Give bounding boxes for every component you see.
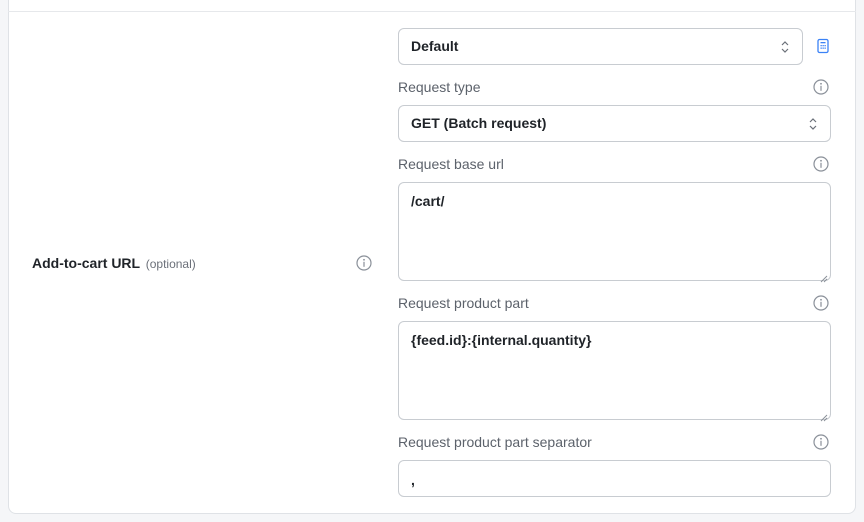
info-icon[interactable]: [813, 156, 829, 172]
info-icon[interactable]: [356, 255, 372, 271]
request-type-value: GET (Batch request): [411, 115, 547, 131]
row-label: Add-to-cart URL (optional): [32, 255, 196, 271]
request-type-label: Request type: [398, 79, 481, 95]
chevron-up-down-icon: [808, 116, 818, 132]
resize-handle-icon[interactable]: [820, 270, 828, 283]
info-icon[interactable]: [813, 434, 829, 450]
optional-tag: (optional): [145, 257, 196, 271]
preset-select[interactable]: Default: [398, 28, 803, 65]
base-url-textarea[interactable]: /cart/: [398, 182, 831, 283]
base-url-label: Request base url: [398, 156, 504, 172]
separator-input[interactable]: ,: [398, 460, 831, 497]
chevron-up-down-icon: [780, 39, 790, 55]
document-icon[interactable]: [816, 38, 830, 54]
request-type-select[interactable]: GET (Batch request): [398, 105, 831, 142]
info-icon[interactable]: [813, 295, 829, 311]
section-divider: [8, 11, 856, 12]
product-part-textarea[interactable]: {feed.id}:{internal.quantity}: [398, 321, 831, 422]
product-part-value: {feed.id}:{internal.quantity}: [411, 332, 592, 348]
product-part-label: Request product part: [398, 295, 529, 311]
row-label-text: Add-to-cart URL: [32, 255, 140, 271]
info-icon[interactable]: [813, 79, 829, 95]
separator-label: Request product part separator: [398, 434, 592, 450]
separator-value: ,: [411, 472, 415, 488]
resize-handle-icon[interactable]: [820, 409, 828, 422]
preset-select-value: Default: [411, 38, 459, 54]
base-url-value: /cart/: [411, 193, 445, 209]
